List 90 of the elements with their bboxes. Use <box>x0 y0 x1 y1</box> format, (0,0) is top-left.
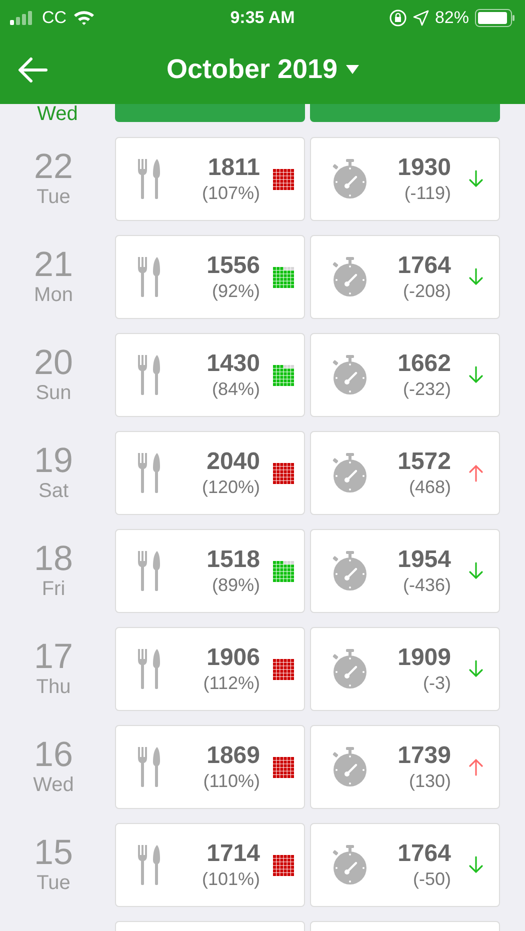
calories-burned: 1764 <box>398 252 451 280</box>
calories-burned: 1930 <box>398 154 451 182</box>
day-number: 16 <box>34 737 73 773</box>
burned-card[interactable]: 1764 (-208) <box>310 235 500 319</box>
calories-burned: 1572 <box>398 448 451 476</box>
calories-burned: 1662 <box>398 350 451 378</box>
calorie-difference: (-119) <box>404 182 451 204</box>
weekday-label: Wed <box>37 104 78 123</box>
burned-card[interactable]: 1739 (130) <box>310 725 500 809</box>
calorie-difference: (130) <box>408 770 451 792</box>
fork-knife-icon <box>137 551 161 591</box>
calorie-difference: (-50) <box>412 868 451 890</box>
day-number: 15 <box>34 835 73 871</box>
fork-knife-icon <box>137 355 161 395</box>
calories-eaten: 1906 <box>206 644 260 672</box>
eaten-card[interactable]: 2040 (120%) <box>115 431 305 515</box>
burned-card[interactable]: 1930 (-119) <box>310 137 500 221</box>
rotation-lock-icon <box>388 8 407 26</box>
fork-knife-icon <box>137 747 161 787</box>
burned-card[interactable]: 1764 (-50) <box>310 823 500 907</box>
day-number: 17 <box>34 639 73 675</box>
calories-eaten: 1430 <box>206 350 260 378</box>
stopwatch-icon <box>332 453 368 493</box>
calories-eaten: 1518 <box>206 546 260 574</box>
month-selector[interactable]: October 2019 <box>50 49 475 90</box>
calories-burned: 1954 <box>398 546 451 574</box>
eaten-percent: (92%) <box>212 280 260 302</box>
stopwatch-icon <box>332 355 368 395</box>
calorie-difference: (-436) <box>402 574 451 596</box>
day-number: 21 <box>34 247 73 283</box>
stopwatch-icon <box>332 845 368 885</box>
eaten-card[interactable]: 1518 (89%) <box>115 529 305 613</box>
stopwatch-icon <box>332 551 368 591</box>
carrier-name: CC <box>42 6 67 29</box>
burned-card[interactable]: 1909 (-3) <box>310 627 500 711</box>
eaten-percent: (101%) <box>202 868 260 890</box>
day-number: 20 <box>34 345 73 381</box>
weekday-label: Mon <box>34 283 73 307</box>
eaten-card[interactable]: 1430 (84%) <box>115 333 305 417</box>
stopwatch-icon <box>332 747 368 787</box>
eaten-percent: (84%) <box>212 378 260 400</box>
calorie-difference: (-3) <box>423 672 451 694</box>
eaten-percent: (112%) <box>203 672 260 694</box>
eaten-card[interactable]: 1811 (107%) <box>115 137 305 221</box>
burned-card[interactable]: 1954 (-436) <box>310 529 500 613</box>
weekday-label: Tue <box>36 871 70 895</box>
dropdown-caret-icon <box>346 65 359 74</box>
battery-percent: 82% <box>434 6 469 29</box>
calories-eaten: 2040 <box>206 448 260 476</box>
eaten-card[interactable]: 1869 (110%) <box>115 725 305 809</box>
fork-knife-icon <box>137 159 161 199</box>
battery-icon <box>475 8 515 26</box>
calories-eaten: 1869 <box>206 742 260 770</box>
eaten-card[interactable]: 1906 (112%) <box>115 627 305 711</box>
weekday-label: Sun <box>36 381 72 405</box>
calorie-difference: (-232) <box>402 378 451 400</box>
eaten-card[interactable]: 1556 (92%) <box>115 235 305 319</box>
day-number: 18 <box>34 541 73 577</box>
calorie-difference: (-208) <box>402 280 451 302</box>
calories-burned: 1764 <box>398 840 451 868</box>
calories-eaten: 1811 <box>208 154 260 182</box>
burned-card[interactable]: 1572 (468) <box>310 431 500 515</box>
location-icon <box>412 10 429 26</box>
fork-knife-icon <box>137 845 161 885</box>
weekday-label: Thu <box>36 675 71 699</box>
eaten-percent: (89%) <box>212 574 260 596</box>
weekday-label: Wed <box>33 773 74 797</box>
weekday-label: Tue <box>36 185 70 209</box>
weekday-label: Sat <box>38 479 69 503</box>
day-number: 19 <box>34 443 73 479</box>
eaten-card[interactable]: 1714 (101%) <box>115 823 305 907</box>
eaten-percent: (107%) <box>202 182 260 204</box>
fork-knife-icon <box>137 257 161 297</box>
burned-card[interactable]: 1662 (-232) <box>310 333 500 417</box>
weekday-label: Fri <box>42 577 66 601</box>
calories-burned: 1909 <box>398 644 451 672</box>
eaten-percent: (110%) <box>203 770 260 792</box>
day-number: 22 <box>34 149 73 185</box>
wifi-icon <box>72 10 95 26</box>
stopwatch-icon <box>332 159 368 199</box>
calories-eaten: 1714 <box>206 840 260 868</box>
stopwatch-icon <box>332 649 368 689</box>
stopwatch-icon <box>332 257 368 297</box>
eaten-percent: (120%) <box>202 476 260 498</box>
calories-burned: 1739 <box>398 742 451 770</box>
status-time: 9:35 AM <box>229 6 296 29</box>
calories-eaten: 1556 <box>206 252 260 280</box>
calorie-difference: (468) <box>408 476 451 498</box>
fork-knife-icon <box>137 453 161 493</box>
fork-knife-icon <box>137 649 161 689</box>
